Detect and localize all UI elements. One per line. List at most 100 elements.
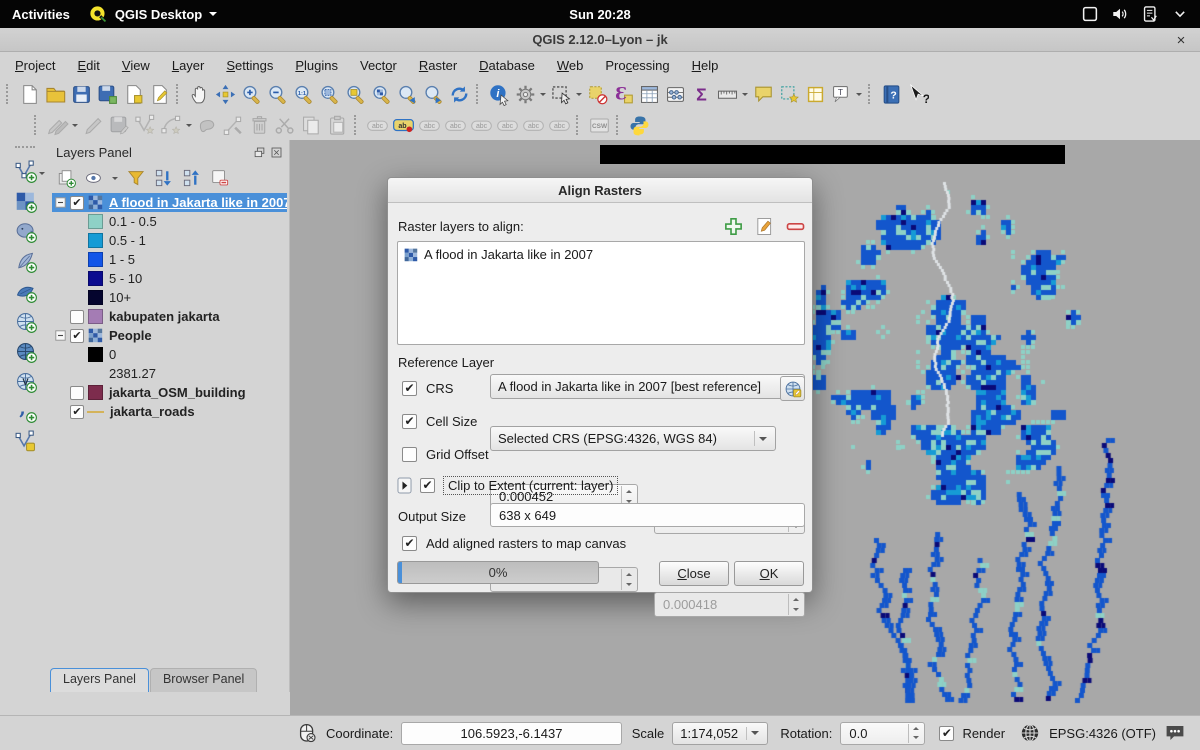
add-mssql-layer-icon[interactable] <box>12 278 38 304</box>
menu-settings[interactable]: Settings <box>217 55 282 76</box>
cut-features-icon[interactable] <box>272 112 298 138</box>
add-postgis-layer-icon[interactable] <box>12 218 38 244</box>
add-delimited-text-icon[interactable]: , <box>12 398 38 424</box>
node-tool-icon[interactable] <box>220 112 246 138</box>
zoom-to-selection-icon[interactable] <box>342 81 368 107</box>
composer-manager-icon[interactable] <box>146 81 172 107</box>
add-vector-layer-icon[interactable] <box>12 158 38 184</box>
clip-extent-expander-button[interactable] <box>397 477 412 494</box>
select-features-icon[interactable] <box>548 81 574 107</box>
add-wcs-layer-icon[interactable]: V <box>12 368 38 394</box>
zoom-native-icon[interactable]: 1:1 <box>290 81 316 107</box>
layer-tree-item[interactable]: 1 - 5 <box>52 250 287 269</box>
menu-edit[interactable]: Edit <box>68 55 108 76</box>
tray-chevron-icon[interactable] <box>1170 4 1190 24</box>
menu-view[interactable]: View <box>113 55 159 76</box>
label-toolbar-icon-3[interactable]: abc <box>442 112 468 138</box>
move-feature-icon[interactable] <box>194 112 220 138</box>
layer-visibility-checkbox[interactable]: ✔ <box>70 196 84 210</box>
layer-tree-item[interactable]: 0.5 - 1 <box>52 231 287 250</box>
label-toolbar-icon-1[interactable]: abc <box>364 112 390 138</box>
copy-features-icon[interactable] <box>298 112 324 138</box>
pan-to-selection-icon[interactable] <box>212 81 238 107</box>
add-wms-layer-icon[interactable] <box>12 338 38 364</box>
pan-map-icon[interactable] <box>186 81 212 107</box>
add-group-icon[interactable] <box>54 166 78 190</box>
csw-metasearch-icon[interactable]: CSW <box>586 112 612 138</box>
manage-visibility-icon[interactable] <box>82 166 106 190</box>
add-raster-button[interactable] <box>723 216 744 237</box>
tree-expander-icon[interactable] <box>55 330 66 341</box>
raster-layer-list[interactable]: A flood in Jakarta like in 2007 <box>397 241 805 345</box>
close-button[interactable]: Close <box>659 561 729 586</box>
tray-volume-icon[interactable] <box>1110 4 1130 24</box>
label-toolbar-icon-7[interactable]: abc <box>546 112 572 138</box>
menu-layer[interactable]: Layer <box>163 55 214 76</box>
add-circular-string-icon[interactable] <box>158 112 184 138</box>
attribute-table-icon[interactable] <box>636 81 662 107</box>
current-edits-icon[interactable] <box>44 112 70 138</box>
coordinate-field[interactable]: 106.5923,-6.1437 <box>401 722 622 745</box>
crs-status-text[interactable]: EPSG:4326 (OTF) <box>1049 726 1156 741</box>
paste-features-icon[interactable] <box>324 112 350 138</box>
crs-combo[interactable]: Selected CRS (EPSG:4326, WGS 84) <box>490 426 776 451</box>
layer-tree-item[interactable]: ✔jakarta_roads <box>52 402 287 421</box>
layer-tree-item[interactable]: 2381.27 <box>52 364 287 383</box>
clip-extent-label[interactable]: Clip to Extent (current: layer) <box>443 476 618 495</box>
crs-picker-button[interactable] <box>780 376 805 401</box>
help-contents-icon[interactable]: ? <box>878 81 904 107</box>
layer-tree-item[interactable]: 0.1 - 0.5 <box>52 212 287 231</box>
ok-button[interactable]: OK <box>734 561 804 586</box>
add-oracle-layer-icon[interactable] <box>12 308 38 334</box>
clip-extent-checkbox[interactable]: ✔ <box>420 478 435 493</box>
dialog-title[interactable]: Align Rasters <box>388 178 812 203</box>
measure-icon[interactable] <box>714 81 740 107</box>
grid-offset-y-spinbox[interactable]: 0.000418 <box>654 592 805 617</box>
window-close-button[interactable]: × <box>1170 28 1192 52</box>
refresh-icon[interactable] <box>446 81 472 107</box>
new-composer-icon[interactable] <box>120 81 146 107</box>
layer-tree-item[interactable]: kabupaten jakarta <box>52 307 287 326</box>
new-shapefile-layer-icon[interactable] <box>12 428 38 454</box>
rotation-spinbox[interactable]: 0.0 <box>840 722 925 745</box>
menu-raster[interactable]: Raster <box>410 55 466 76</box>
manage-visibility-icon-chevron[interactable] <box>110 165 120 191</box>
menu-database[interactable]: Database <box>470 55 544 76</box>
zoom-in-icon[interactable] <box>238 81 264 107</box>
crs-status-icon[interactable] <box>1019 722 1041 744</box>
label-toolbar-icon-4[interactable]: abc <box>468 112 494 138</box>
map-tips-icon[interactable] <box>750 81 776 107</box>
zoom-last-icon[interactable] <box>394 81 420 107</box>
current-edits-icon-chevron[interactable] <box>70 112 80 138</box>
layer-tree-item[interactable]: ✔People <box>52 326 287 345</box>
layer-visibility-checkbox[interactable]: ✔ <box>70 405 84 419</box>
select-features-icon-chevron[interactable] <box>574 81 584 107</box>
expand-all-icon[interactable] <box>152 166 176 190</box>
layer-visibility-checkbox[interactable]: ✔ <box>70 329 84 343</box>
zoom-full-icon[interactable] <box>316 81 342 107</box>
tab-browser-panel[interactable]: Browser Panel <box>150 668 257 692</box>
tree-expander-icon[interactable] <box>55 197 66 208</box>
layer-tree-item[interactable]: ✔A flood in Jakarta like in 2007 <box>52 193 287 212</box>
add-rasters-checkbox[interactable]: ✔ <box>402 536 417 551</box>
add-circular-string-icon-chevron[interactable] <box>184 112 194 138</box>
filter-legend-icon[interactable] <box>124 166 148 190</box>
save-project-as-icon[interactable] <box>94 81 120 107</box>
open-project-icon[interactable] <box>42 81 68 107</box>
save-project-icon[interactable] <box>68 81 94 107</box>
menu-help[interactable]: Help <box>683 55 728 76</box>
layer-tree-item[interactable]: 0 <box>52 345 287 364</box>
menu-vector[interactable]: Vector <box>351 55 406 76</box>
menu-web[interactable]: Web <box>548 55 593 76</box>
zoom-to-layer-icon[interactable] <box>368 81 394 107</box>
panel-float-button[interactable] <box>253 146 266 159</box>
remove-raster-button[interactable] <box>785 216 806 237</box>
toggle-editing-icon[interactable] <box>80 112 106 138</box>
layer-tree-item[interactable]: 5 - 10 <box>52 269 287 288</box>
layer-visibility-checkbox[interactable] <box>70 386 84 400</box>
tab-layers-panel[interactable]: Layers Panel <box>50 668 149 692</box>
add-feature-icon[interactable] <box>132 112 158 138</box>
measure-icon-chevron[interactable] <box>740 81 750 107</box>
text-annotation-icon[interactable]: T <box>828 81 854 107</box>
text-annotation-icon-chevron[interactable] <box>854 81 864 107</box>
